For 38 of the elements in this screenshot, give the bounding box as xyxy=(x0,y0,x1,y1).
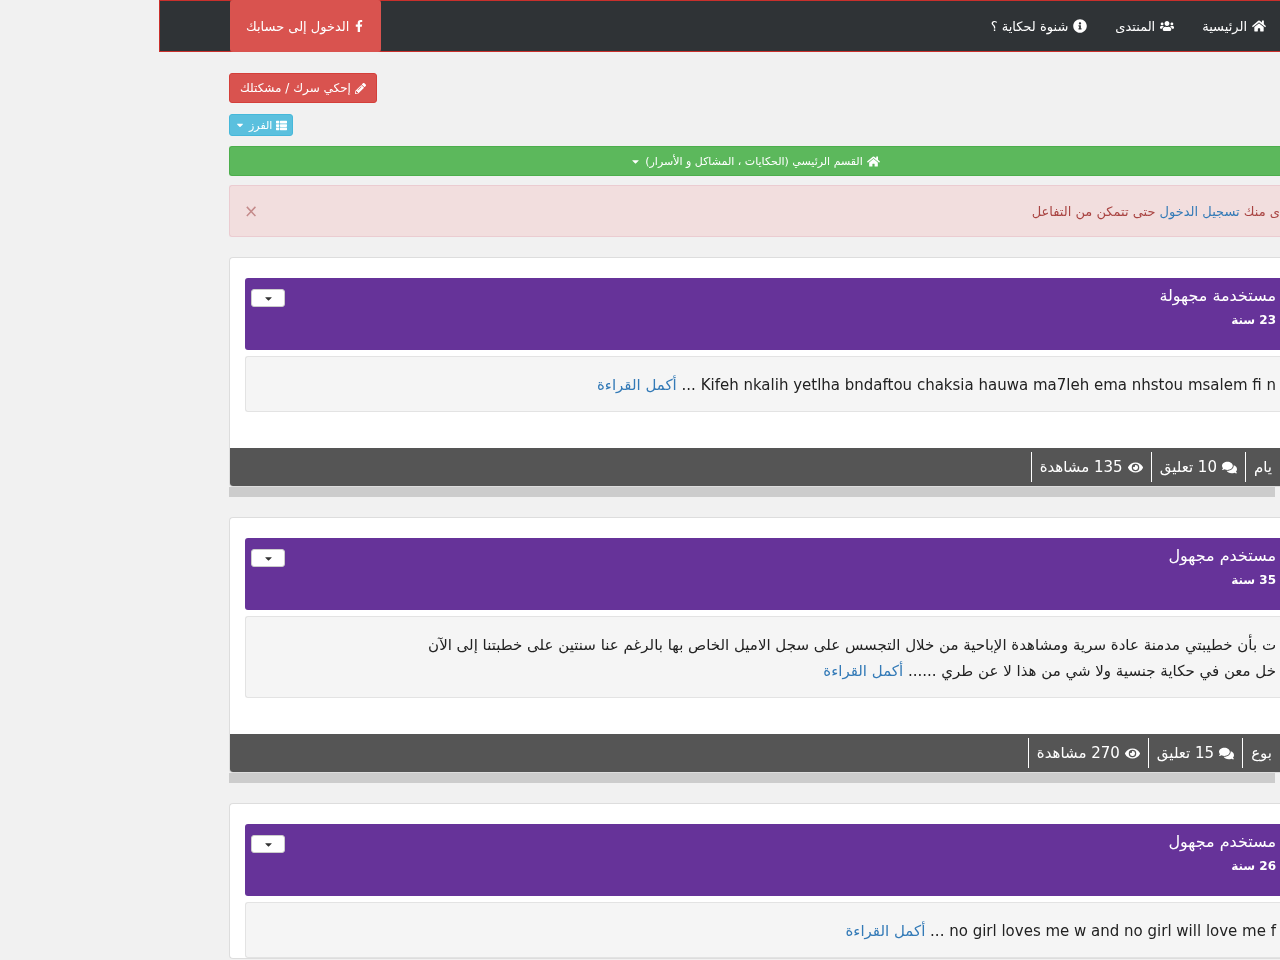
section-title: القسم الرئيسي (الحكايات ، المشاكل و الأسرار) xyxy=(645,154,863,168)
read-more-link[interactable]: أكمل القراءة xyxy=(823,662,904,680)
post-excerpt: ت بأن خطيبتي مدمنة عادة سرية ومشاهدة الإباحية من خلال التجسس على سجل الاميل الخاص بها بالرغم عنا سنتين على خطبتنا إلى الآن xyxy=(427,634,1276,656)
close-button[interactable]: × xyxy=(244,201,259,221)
pencil-icon xyxy=(354,82,366,94)
nav-link[interactable]: شنوة لحكاية ؟ xyxy=(976,1,1102,51)
info-icon xyxy=(1073,19,1088,33)
read-more-link[interactable]: أكمل القراءة xyxy=(597,376,677,394)
author-age: 26 سنة xyxy=(1230,859,1276,873)
share-story-button[interactable]: إحكي سرك / مشكتلك xyxy=(229,73,377,103)
post-excerpt: خل معن في حكاية جنسية ولا شي من هذا لا عن طري ...... أكمل القراءة xyxy=(822,660,1276,682)
dropdown-button[interactable] xyxy=(251,835,285,853)
nav-link[interactable]: المنتدى xyxy=(1101,1,1189,51)
author-name: مستخدم مجهول xyxy=(1168,546,1276,565)
post-stat: 15 تعليق xyxy=(1147,738,1243,768)
login-button[interactable]: الدخول إلى حسابك xyxy=(230,0,382,52)
post-stat: 10 تعليق xyxy=(1150,452,1245,482)
nav-link[interactable]: الرئيسية xyxy=(1188,1,1280,51)
section-bar[interactable]: القسم الرئيسي (الحكايات ، المشاكل و الأسرار) xyxy=(229,146,1280,176)
author-age: 35 سنة xyxy=(1230,573,1276,587)
list-icon xyxy=(276,119,288,131)
comments-icon xyxy=(1221,459,1237,475)
post-stat: يام xyxy=(1244,452,1280,482)
post-stat: بوع xyxy=(1242,738,1280,768)
author-name: مستخدمة مجهولة xyxy=(1159,286,1276,305)
author-age: 23 سنة xyxy=(1230,313,1276,327)
dropdown-button[interactable] xyxy=(251,289,285,307)
author-name: مستخدم مجهول xyxy=(1168,832,1276,851)
home-icon xyxy=(866,154,880,168)
login-link[interactable]: تسجيل الدخول xyxy=(1159,203,1240,219)
post-stat: 270 مشاهدة xyxy=(1027,738,1148,768)
home-icon xyxy=(1252,19,1266,33)
post-stat: 135 مشاهدة xyxy=(1030,452,1151,482)
dropdown-button[interactable] xyxy=(251,549,285,567)
read-more-link[interactable]: أكمل القراءة xyxy=(845,922,926,940)
alert-message: ى منك تسجيل الدخول حتى تتمكن من التفاعل xyxy=(1031,203,1280,219)
comments-icon xyxy=(1219,745,1235,761)
users-icon xyxy=(1160,19,1175,33)
